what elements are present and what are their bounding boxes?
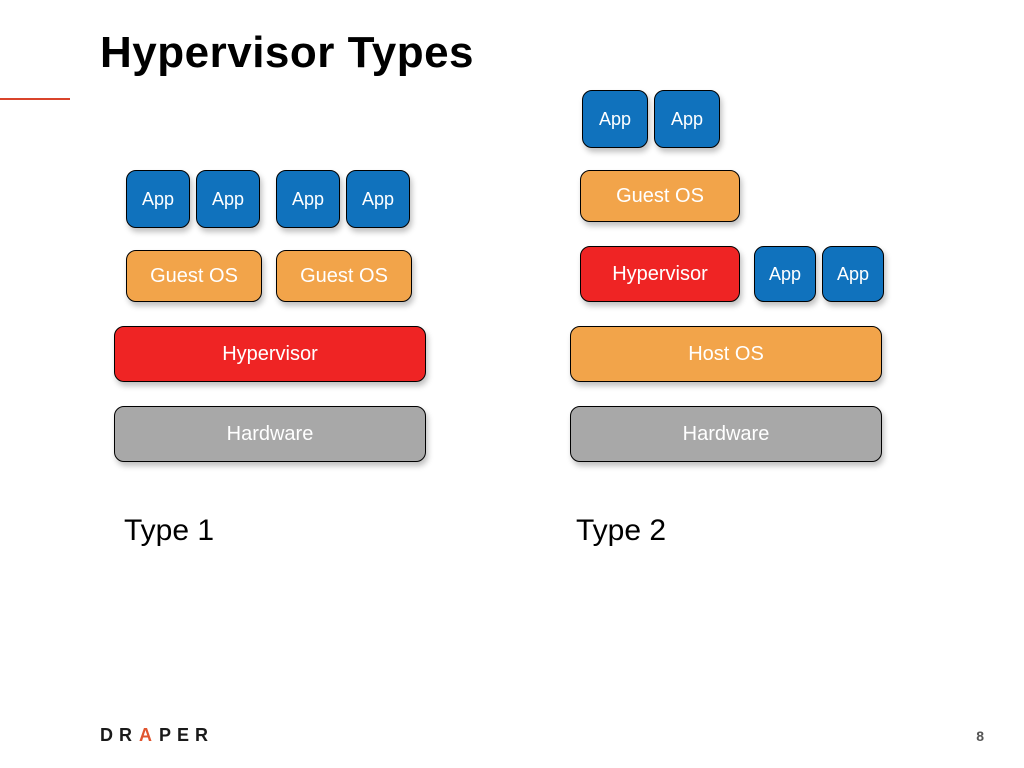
t1-caption: Type 1 [124, 514, 214, 548]
logo-d: D [100, 725, 119, 746]
page-number: 8 [976, 728, 984, 744]
t2-side-app-2: App [822, 246, 884, 302]
t1-hypervisor: Hypervisor [114, 326, 426, 382]
logo-r2: R [195, 725, 214, 746]
logo-a: A [139, 725, 158, 746]
t2-host-os: Host OS [570, 326, 882, 382]
t1-app-4: App [346, 170, 410, 228]
t2-caption: Type 2 [576, 514, 666, 548]
slide-title: Hypervisor Types [100, 28, 474, 78]
t1-guest-os-2: Guest OS [276, 250, 412, 302]
t2-side-app-1: App [754, 246, 816, 302]
title-rule [0, 98, 70, 100]
t1-app-3: App [276, 170, 340, 228]
t1-app-2: App [196, 170, 260, 228]
t1-app-1: App [126, 170, 190, 228]
t2-hardware: Hardware [570, 406, 882, 462]
t2-guest-os: Guest OS [580, 170, 740, 222]
t2-hypervisor: Hypervisor [580, 246, 740, 302]
t1-guest-os-1: Guest OS [126, 250, 262, 302]
draper-logo: D R A P E R [100, 725, 214, 746]
t2-top-app-1: App [582, 90, 648, 148]
t2-top-app-2: App [654, 90, 720, 148]
t1-hardware: Hardware [114, 406, 426, 462]
logo-r1: R [119, 725, 138, 746]
logo-e: E [177, 725, 195, 746]
logo-p: P [159, 725, 177, 746]
